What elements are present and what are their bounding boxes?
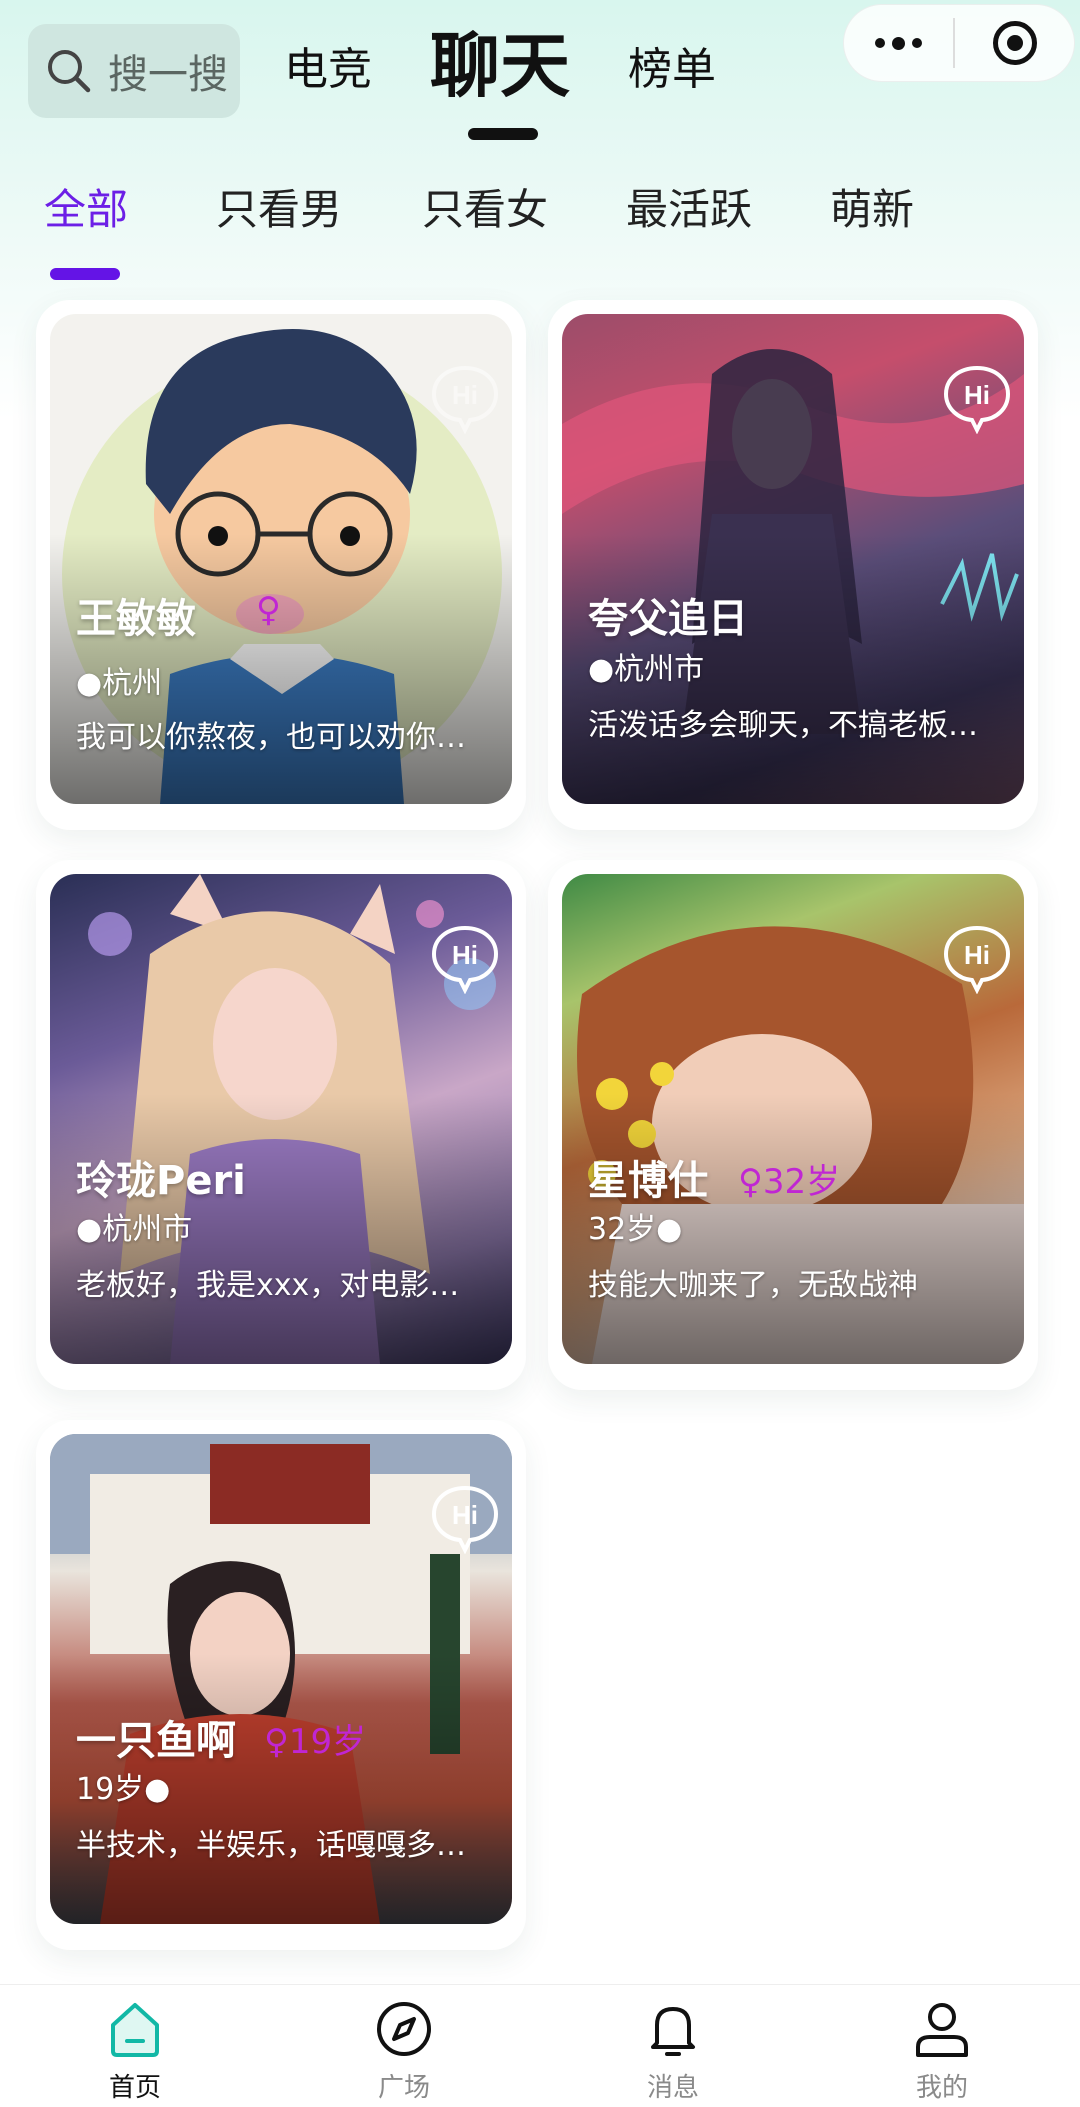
more-dot-icon [875, 38, 886, 48]
miniapp-capsule [843, 4, 1075, 82]
svg-text:Hi: Hi [964, 940, 990, 970]
filter-all[interactable]: 全部 [44, 180, 128, 240]
close-miniapp-button[interactable] [955, 4, 1074, 82]
compass-icon [374, 1999, 434, 2059]
bottom-tab-bar: 首页 广场 消息 我的 [0, 1984, 1080, 2107]
more-button[interactable] [844, 4, 953, 82]
player-card-image: Hi 星博仕 ♀32岁 32岁● 技能大咖来了，无敌战神 [562, 874, 1024, 1364]
player-card[interactable]: Hi 星博仕 ♀32岁 32岁● 技能大咖来了，无敌战神 [548, 860, 1038, 1390]
filter-tabs: 全部 只看男 只看女 最活跃 萌新 [44, 180, 1044, 290]
tabbar-messages[interactable]: 消息 [593, 1999, 753, 2103]
player-card[interactable]: Hi 玲珑Peri ●杭州市 老板好，我是xxx，对电影和… [36, 860, 526, 1390]
tab-ranking[interactable]: 榜单 [628, 32, 716, 108]
tabbar-square[interactable]: 广场 [324, 1999, 484, 2103]
player-description: 半技术，半娱乐，话嘎嘎多… [76, 1828, 466, 1863]
gender-age-badge: ♀32岁 [738, 1162, 841, 1202]
hi-chat-icon[interactable]: Hi [942, 924, 1012, 994]
hi-chat-icon[interactable]: Hi [430, 924, 500, 994]
user-icon [912, 1999, 972, 2059]
tabbar-home[interactable]: 首页 [55, 1999, 215, 2103]
search-label: 搜一搜 [108, 52, 228, 98]
player-location: ●杭州市 [76, 1212, 193, 1247]
svg-text:Hi: Hi [452, 380, 478, 410]
filter-male[interactable]: 只看男 [216, 180, 342, 240]
hi-chat-icon[interactable]: Hi [430, 1484, 500, 1554]
hi-chat-icon[interactable]: Hi [430, 364, 500, 434]
svg-text:Hi: Hi [452, 1500, 478, 1530]
home-icon [105, 1999, 165, 2059]
player-card[interactable]: Hi 一只鱼啊 ♀19岁 19岁● 半技术，半娱乐，话嘎嘎多… [36, 1420, 526, 1950]
filter-newbie[interactable]: 萌新 [830, 180, 914, 240]
player-age: 32岁● [588, 1212, 683, 1247]
more-dot-icon [892, 36, 906, 50]
top-tabs: 电竞 聊天 榜单 [284, 26, 716, 140]
tabbar-messages-label: 消息 [646, 2073, 699, 2103]
tabbar-me[interactable]: 我的 [862, 1999, 1022, 2103]
filter-active-underline [50, 268, 120, 280]
filter-most-active[interactable]: 最活跃 [626, 180, 752, 240]
bell-icon [643, 1999, 703, 2059]
player-age: 19岁● [76, 1772, 171, 1807]
search-icon [44, 46, 94, 96]
player-description: 技能大咖来了，无敌战神 [588, 1268, 918, 1303]
player-name: 玲珑Peri [76, 1158, 246, 1204]
player-name: 星博仕 [588, 1158, 708, 1204]
player-description: 老板好，我是xxx，对电影和… [76, 1268, 486, 1303]
tab-chat-underline [468, 128, 538, 140]
player-card[interactable]: Hi 夸父追日 ●杭州市 活泼话多会聊天，不搞老板… [548, 300, 1038, 830]
tabbar-home-label: 首页 [108, 2073, 161, 2103]
search-button[interactable]: 搜一搜 [28, 24, 240, 118]
tabbar-square-label: 广场 [377, 2073, 430, 2103]
tab-chat-label: 聊天 [430, 25, 570, 107]
more-dot-icon [912, 38, 923, 48]
header: 搜一搜 电竞 聊天 榜单 [0, 0, 1080, 150]
player-card-image: Hi 一只鱼啊 ♀19岁 19岁● 半技术，半娱乐，话嘎嘎多… [50, 1434, 512, 1924]
player-card-image: Hi 玲珑Peri ●杭州市 老板好，我是xxx，对电影和… [50, 874, 512, 1364]
player-card[interactable]: Hi 王敏敏 ♀ ●杭州 我可以你熬夜，也可以劝你… [36, 300, 526, 830]
player-card-image: Hi 夸父追日 ●杭州市 活泼话多会聊天，不搞老板… [562, 314, 1024, 804]
gender-age-badge: ♀19岁 [264, 1722, 367, 1762]
player-card-image: Hi 王敏敏 ♀ ●杭州 我可以你熬夜，也可以劝你… [50, 314, 512, 804]
target-icon [992, 21, 1037, 65]
svg-text:Hi: Hi [964, 380, 990, 410]
player-location: ●杭州市 [588, 652, 705, 687]
tab-chat[interactable]: 聊天 [430, 25, 570, 140]
player-location: ●杭州 [76, 666, 163, 701]
tabbar-me-label: 我的 [915, 2073, 968, 2103]
svg-text:Hi: Hi [452, 940, 478, 970]
hi-chat-icon[interactable]: Hi [942, 364, 1012, 434]
player-description: 我可以你熬夜，也可以劝你… [76, 720, 466, 755]
player-name: 王敏敏 [76, 596, 196, 642]
player-description: 活泼话多会聊天，不搞老板… [588, 708, 978, 743]
gender-badge: ♀ [256, 590, 281, 630]
filter-female[interactable]: 只看女 [422, 180, 548, 240]
tab-esports[interactable]: 电竞 [284, 32, 372, 108]
player-name: 一只鱼啊 [76, 1718, 236, 1764]
player-name: 夸父追日 [588, 596, 748, 642]
